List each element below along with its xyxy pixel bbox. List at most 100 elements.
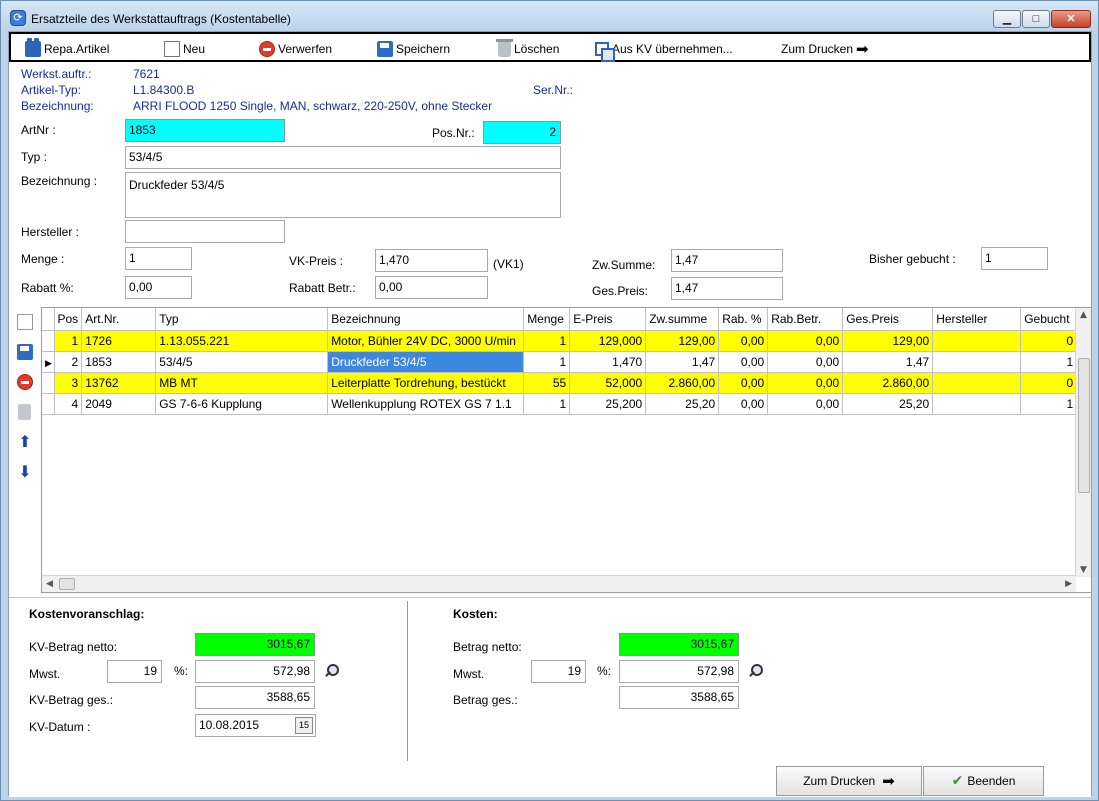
discard-row-icon[interactable] — [17, 374, 33, 390]
table-row[interactable]: 3 13762 MB MT Leiterplatte Tordrehung, b… — [42, 372, 1078, 394]
delete-button[interactable]: Löschen — [496, 39, 559, 59]
cell-zwsumme[interactable]: 129,00 — [645, 330, 720, 352]
table-row[interactable]: ▶ 2 1853 53/4/5 Druckfeder 53/4/5 1 1,47… — [42, 350, 1078, 373]
cell-typ[interactable]: GS 7-6-6 Kupplung — [155, 393, 329, 415]
kv-datum-field[interactable]: 10.08.2015 15 — [195, 714, 316, 737]
cell-rabatt[interactable]: 0,00 — [718, 393, 769, 415]
cell-zwsumme[interactable]: 25,20 — [645, 393, 720, 415]
cell-rabatt[interactable]: 0,00 — [718, 372, 769, 394]
cell-typ[interactable]: MB MT — [155, 372, 329, 394]
move-up-icon[interactable]: ⬆ — [17, 434, 33, 450]
copy-from-kv-button[interactable]: Aus KV übernehmen... — [595, 39, 733, 62]
minimize-button[interactable]: ▁ — [993, 10, 1021, 28]
cell-artnr[interactable]: 2049 — [81, 393, 157, 415]
discard-button[interactable]: Verwerfen — [259, 39, 332, 59]
cell-zwsumme[interactable]: 2.860,00 — [645, 372, 720, 394]
cell-gespreis[interactable]: 2.860,00 — [842, 372, 934, 394]
cell-gespreis[interactable]: 129,00 — [842, 330, 934, 352]
cell-epreis[interactable]: 1,470 — [569, 351, 647, 373]
cell-hersteller[interactable] — [932, 372, 1022, 394]
cell-epreis[interactable]: 25,200 — [569, 393, 647, 415]
kosten-magnifier-icon[interactable] — [747, 663, 763, 679]
move-down-icon[interactable]: ⬇ — [17, 464, 33, 480]
cell-menge[interactable]: 1 — [523, 351, 571, 373]
scroll-right-icon[interactable]: ▶ — [1065, 579, 1072, 589]
cell-rabbetr[interactable]: 0,00 — [767, 393, 844, 415]
save-button[interactable]: Speichern — [377, 39, 450, 59]
cell-rabbetr[interactable]: 0,00 — [767, 372, 844, 394]
column-header[interactable]: Gebucht — [1020, 308, 1078, 331]
close-dialog-button[interactable]: ✔ Beenden — [923, 766, 1044, 796]
cell-rabbetr[interactable]: 0,00 — [767, 330, 844, 352]
posnr-field[interactable]: 2 — [483, 121, 561, 144]
cell-gespreis[interactable]: 25,20 — [842, 393, 934, 415]
cell-gebucht[interactable]: 0 — [1020, 330, 1078, 352]
cell-pos[interactable]: 2 — [54, 351, 83, 373]
bezeichnung-field[interactable]: Druckfeder 53/4/5 — [125, 172, 561, 218]
cell-epreis[interactable]: 129,000 — [569, 330, 647, 352]
cell-rabatt[interactable]: 0,00 — [718, 330, 769, 352]
column-header[interactable]: Art.Nr. — [81, 308, 157, 331]
table-row[interactable]: 1 1726 1.13.055.221 Motor, Bühler 24V DC… — [42, 330, 1078, 352]
cell-epreis[interactable]: 52,000 — [569, 372, 647, 394]
typ-field[interactable]: 53/4/5 — [125, 146, 561, 169]
kosten-mwst-rate-field[interactable]: 19 — [531, 660, 586, 683]
cell-rabbetr[interactable]: 0,00 — [767, 351, 844, 373]
artnr-field[interactable]: 1853 — [125, 119, 285, 142]
menge-field[interactable]: 1 — [125, 247, 192, 270]
cell-zwsumme[interactable]: 1,47 — [645, 351, 720, 373]
column-header[interactable]: Hersteller — [932, 308, 1022, 331]
hersteller-field[interactable] — [125, 220, 285, 243]
column-header[interactable]: Menge — [523, 308, 571, 331]
horizontal-scrollbar[interactable]: ◀ ▶ — [42, 575, 1076, 592]
cell-rabatt[interactable]: 0,00 — [718, 351, 769, 373]
column-header[interactable]: Bezeichnung — [327, 308, 525, 331]
cell-hersteller[interactable] — [932, 393, 1022, 415]
cell-hersteller[interactable] — [932, 351, 1022, 373]
cell-bezeichnung[interactable]: Wellenkupplung ROTEX GS 7 1.1 — [327, 393, 525, 415]
cell-bezeichnung[interactable]: Motor, Bühler 24V DC, 3000 U/min — [327, 330, 525, 352]
cell-artnr[interactable]: 13762 — [81, 372, 157, 394]
cell-typ[interactable]: 1.13.055.221 — [155, 330, 329, 352]
cell-pos[interactable]: 4 — [54, 393, 83, 415]
gespreis-field[interactable]: 1,47 — [671, 277, 783, 300]
new-button[interactable]: Neu — [164, 39, 205, 59]
vertical-scroll-thumb[interactable] — [1078, 358, 1090, 493]
table-row[interactable]: 4 2049 GS 7-6-6 Kupplung Wellenkupplung … — [42, 393, 1078, 415]
save-row-icon[interactable] — [17, 344, 33, 360]
cell-gebucht[interactable]: 0 — [1020, 372, 1078, 394]
rabatt-betrag-field[interactable]: 0,00 — [375, 276, 488, 299]
cell-menge[interactable]: 1 — [523, 330, 571, 352]
repa-artikel-button[interactable]: Repa.Artikel — [25, 38, 109, 59]
cell-menge[interactable]: 55 — [523, 372, 571, 394]
cell-gebucht[interactable]: 1 — [1020, 351, 1078, 373]
kv-mwst-rate-field[interactable]: 19 — [107, 660, 162, 683]
cell-artnr[interactable]: 1853 — [81, 351, 157, 373]
column-header[interactable]: Typ — [155, 308, 329, 331]
calendar-icon[interactable]: 15 — [295, 717, 313, 734]
bisher-gebucht-field[interactable]: 1 — [981, 247, 1048, 270]
zwsumme-field[interactable]: 1,47 — [671, 249, 783, 272]
kv-magnifier-icon[interactable] — [323, 663, 339, 679]
horizontal-scroll-thumb[interactable] — [59, 578, 75, 590]
cell-menge[interactable]: 1 — [523, 393, 571, 415]
cell-pos[interactable]: 1 — [54, 330, 83, 352]
maximize-button[interactable]: □ — [1022, 10, 1050, 28]
cell-gespreis[interactable]: 1,47 — [842, 351, 934, 373]
column-header[interactable]: E-Preis — [569, 308, 647, 331]
cell-typ[interactable]: 53/4/5 — [155, 351, 329, 373]
cell-bezeichnung[interactable]: Leiterplatte Tordrehung, bestückt — [327, 372, 525, 394]
column-header[interactable]: Zw.summe — [645, 308, 720, 331]
cell-gebucht[interactable]: 1 — [1020, 393, 1078, 415]
delete-row-icon[interactable] — [18, 404, 31, 420]
scroll-left-icon[interactable]: ◀ — [46, 579, 53, 589]
print-button[interactable]: Zum Drucken ➡ — [776, 766, 922, 796]
cell-bezeichnung-selected[interactable]: Druckfeder 53/4/5 — [327, 350, 525, 373]
vkpreis-field[interactable]: 1,470 — [375, 249, 488, 272]
column-header[interactable]: Rab. % — [718, 308, 769, 331]
print-toolbar-button[interactable]: Zum Drucken ➡ — [781, 39, 869, 59]
cell-hersteller[interactable] — [932, 330, 1022, 352]
vertical-scrollbar[interactable]: ▲ ▼ — [1075, 308, 1091, 577]
close-button[interactable]: ✕ — [1051, 10, 1091, 28]
cell-artnr[interactable]: 1726 — [81, 330, 157, 352]
